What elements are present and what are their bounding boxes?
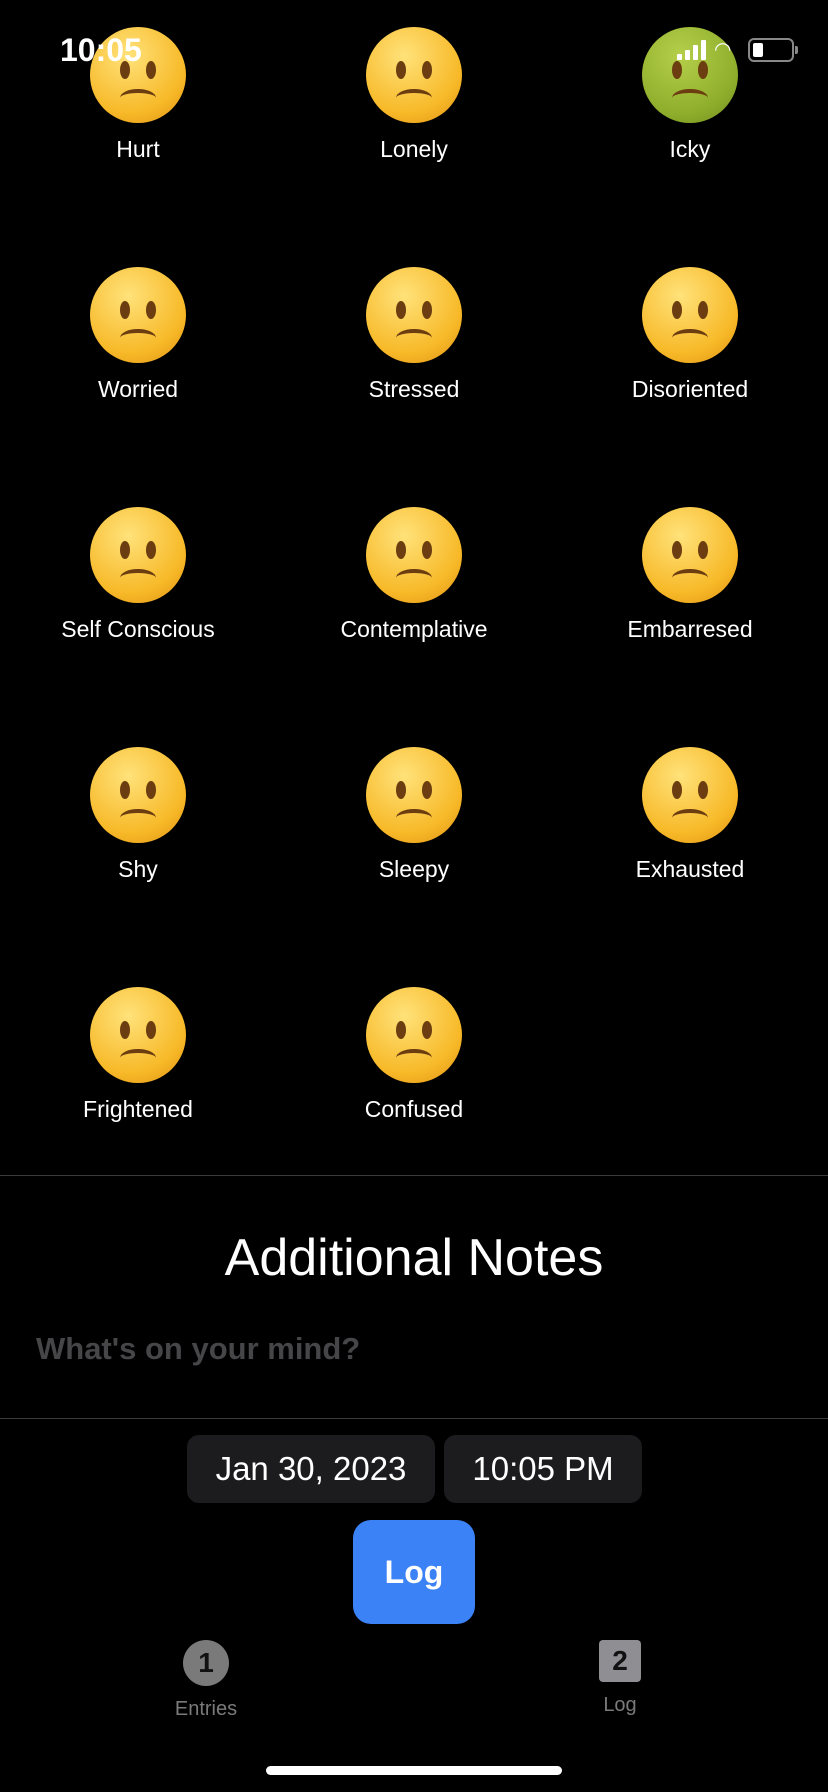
mood-label: Self Conscious (61, 616, 215, 642)
mood-option[interactable]: Shy (0, 747, 276, 883)
home-indicator[interactable] (266, 1766, 562, 1775)
mood-label: Worried (97, 376, 179, 402)
status-time: 10:05 (60, 32, 142, 68)
face-exhaling-icon (642, 747, 738, 843)
mood-option[interactable]: Sleepy (276, 747, 552, 883)
mood-label: Shy (118, 856, 158, 882)
mood-label: Contemplative (340, 616, 488, 642)
confounded-face-icon (90, 267, 186, 363)
number-2-square-icon: 2 (599, 1640, 641, 1682)
tab-label: Log (603, 1694, 637, 1716)
anxious-face-with-sweat-icon (642, 507, 738, 603)
tab-entries[interactable]: 1 Entries (146, 1640, 266, 1721)
battery-low-icon (748, 38, 798, 62)
status-icons: ◠ (677, 38, 798, 62)
notes-input[interactable] (34, 1330, 798, 1368)
face-with-peeking-eye-icon (90, 507, 186, 603)
notes-title: Additional Notes (224, 1229, 604, 1287)
mood-label: Frightened (83, 1096, 193, 1122)
mood-label: Confused (364, 1096, 464, 1122)
spiral-eyes-face-icon (642, 267, 738, 363)
date-picker[interactable]: Jan 30, 2023 (187, 1435, 435, 1503)
log-button[interactable]: Log (353, 1520, 475, 1624)
mood-option[interactable]: Exhausted (552, 747, 828, 883)
thinking-face-icon (366, 507, 462, 603)
zipper-mouth-face-icon (90, 747, 186, 843)
divider (0, 1175, 828, 1176)
wifi-icon: ◠ (714, 39, 732, 61)
mood-option[interactable]: Stressed (276, 267, 552, 403)
mood-option[interactable]: Confused (276, 987, 552, 1123)
mood-label: Exhausted (635, 856, 745, 882)
number-1-circle-icon: 1 (183, 1640, 229, 1686)
weary-face-icon (366, 267, 462, 363)
mood-option[interactable]: Contemplative (276, 507, 552, 643)
tab-label: Entries (174, 1698, 238, 1720)
mood-option[interactable]: Embarresed (552, 507, 828, 643)
mood-label: Disoriented (631, 376, 749, 402)
mood-option[interactable]: Self Conscious (0, 507, 276, 643)
face-with-raised-eyebrow-icon (366, 987, 462, 1083)
mood-option[interactable]: Frightened (0, 987, 276, 1123)
mood-label: Lonely (380, 136, 448, 162)
face-screaming-in-fear-icon (90, 987, 186, 1083)
tab-log[interactable]: 2 Log (560, 1640, 680, 1717)
mood-label: Sleepy (378, 856, 450, 882)
mood-label: Embarresed (627, 616, 753, 642)
sleeping-face-icon (366, 747, 462, 843)
divider (0, 1418, 828, 1419)
mood-option[interactable]: Worried (0, 267, 276, 403)
mood-label: Stressed (368, 376, 460, 402)
mood-label: Hurt (116, 136, 160, 162)
cellular-signal-icon (677, 40, 706, 60)
time-picker[interactable]: 10:05 PM (444, 1435, 642, 1503)
mood-label: Icky (669, 136, 711, 162)
frowning-face-icon (366, 27, 462, 123)
mood-option[interactable]: Lonely (276, 27, 552, 163)
mood-option[interactable]: Disoriented (552, 267, 828, 403)
